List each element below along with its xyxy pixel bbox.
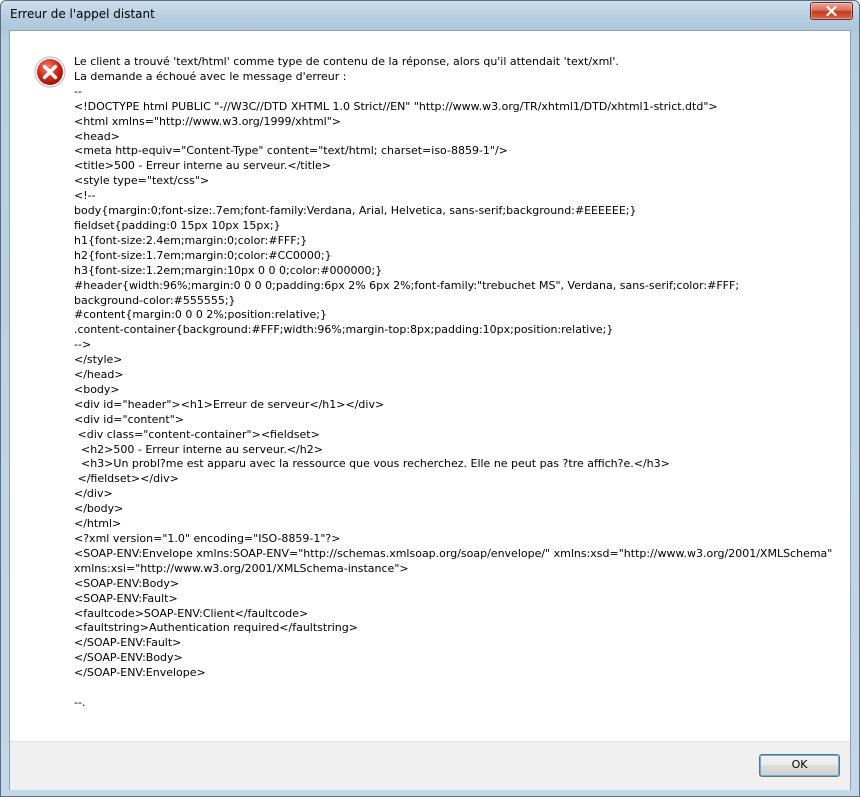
ok-button[interactable]: OK (759, 754, 840, 777)
error-icon (34, 56, 66, 88)
error-dialog-window: Erreur de l'appel distant Le client a tr… (0, 0, 860, 797)
close-icon (826, 6, 837, 16)
title-bar[interactable]: Erreur de l'appel distant (1, 1, 859, 29)
window-title: Erreur de l'appel distant (10, 7, 155, 21)
error-message-text: Le client a trouvé 'text/html' comme typ… (74, 55, 833, 709)
dialog-content: Le client a trouvé 'text/html' comme typ… (9, 30, 851, 790)
button-bar: OK (10, 741, 850, 790)
close-button[interactable] (810, 2, 853, 20)
